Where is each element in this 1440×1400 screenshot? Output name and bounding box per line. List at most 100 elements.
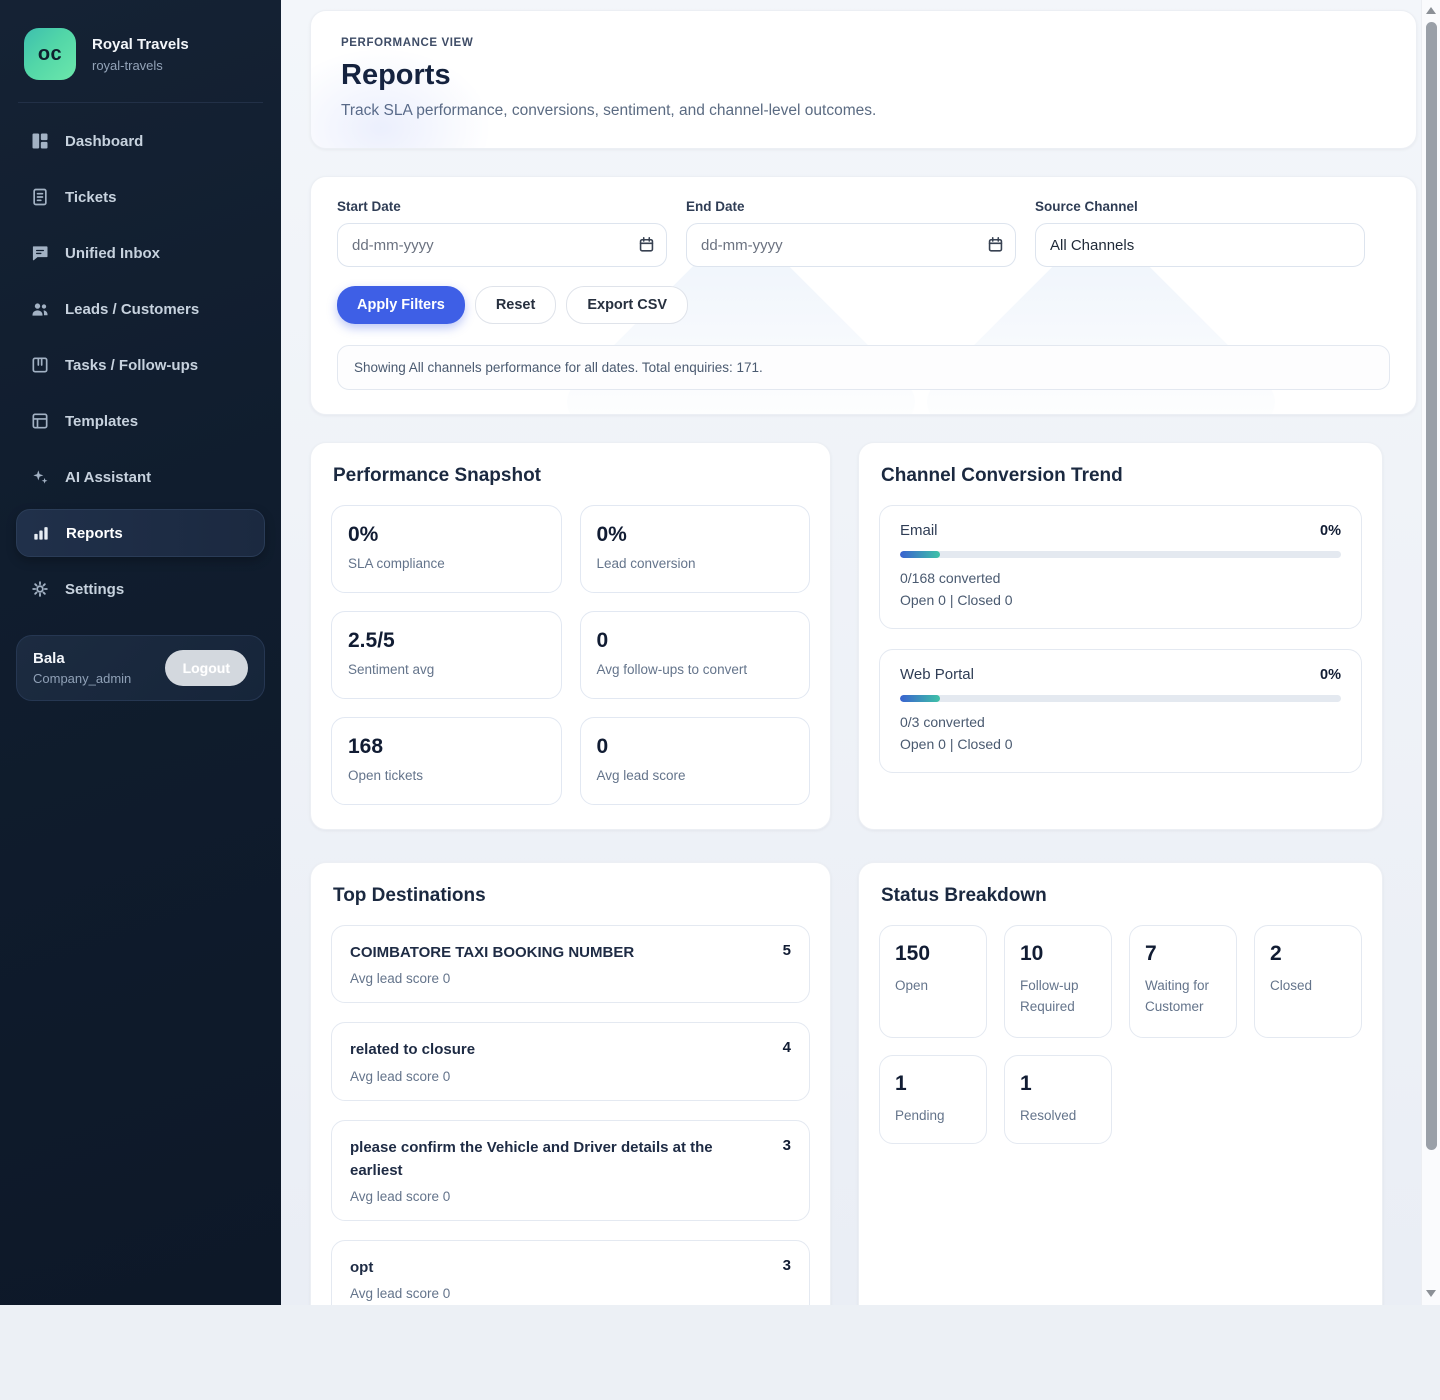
stat-label: Avg lead score: [596, 768, 686, 783]
destination-item: please confirm the Vehicle and Driver de…: [331, 1119, 810, 1221]
destination-count: 3: [782, 1136, 791, 1154]
stat-avg-lead-score: 0 Avg lead score: [579, 717, 810, 805]
channel-open-closed: Open 0 | Closed 0: [900, 592, 1013, 608]
sidebar-item-ai-assistant[interactable]: AI Assistant: [16, 453, 265, 501]
start-date-label: Start Date: [337, 199, 401, 214]
source-channel-select[interactable]: All Channels: [1035, 223, 1365, 267]
scrollbar-thumb[interactable]: [1426, 22, 1437, 1150]
brand-slug: royal-travels: [92, 57, 163, 73]
status-value: 1: [1020, 1072, 1032, 1095]
destination-score: Avg lead score 0: [350, 1068, 451, 1084]
calendar-icon[interactable]: [986, 235, 1005, 254]
apply-filters-button[interactable]: Apply Filters: [337, 286, 465, 324]
channel-converted: 0/3 converted: [900, 714, 985, 730]
destination-item: opt Avg lead score 0 3: [331, 1240, 810, 1305]
destination-score: Avg lead score 0: [350, 971, 451, 987]
stat-value: 0%: [348, 523, 379, 546]
brand-name: Royal Travels: [92, 35, 189, 53]
status-breakdown-title: Status Breakdown: [881, 885, 1047, 906]
channel-progress-bar: [900, 551, 1341, 558]
start-date-input[interactable]: [337, 223, 667, 267]
channel-name: Web Portal: [900, 666, 974, 683]
channel-progress-fill: [900, 695, 940, 702]
end-date-input[interactable]: [686, 223, 1016, 267]
stat-value: 0: [596, 735, 609, 758]
sidebar-item-label: Tickets: [65, 188, 117, 206]
brand-logo: oc: [24, 28, 76, 80]
user-role: Company_admin: [33, 671, 132, 686]
stat-open-tickets: 168 Open tickets: [331, 717, 562, 805]
sidebar-item-leads-customers[interactable]: Leads / Customers: [16, 285, 265, 333]
page-eyebrow: PERFORMANCE VIEW: [341, 37, 474, 49]
status-followup-required: 10 Follow-up Required: [1004, 925, 1112, 1038]
templates-icon: [32, 413, 48, 429]
status-resolved: 1 Resolved: [1004, 1055, 1112, 1144]
stat-label: Open tickets: [348, 768, 424, 783]
sidebar-item-label: AI Assistant: [65, 468, 152, 486]
destination-score: Avg lead score 0: [350, 1286, 451, 1302]
destination-name: COIMBATORE TAXI BOOKING NUMBER: [350, 944, 635, 961]
sidebar-item-label: Dashboard: [65, 132, 144, 150]
destination-name: please confirm the Vehicle and Driver de…: [350, 1138, 713, 1179]
sidebar-item-tasks-followups[interactable]: Tasks / Follow-ups: [16, 341, 265, 389]
status-label: Pending: [895, 1108, 945, 1123]
destination-item: COIMBATORE TAXI BOOKING NUMBER Avg lead …: [331, 925, 810, 1004]
brand: oc Royal Travels royal-travels: [16, 24, 265, 102]
status-value: 7: [1145, 942, 1157, 965]
tickets-icon: [33, 188, 47, 206]
sidebar-item-tickets[interactable]: Tickets: [16, 173, 265, 221]
end-date-field-group: End Date: [686, 199, 1016, 267]
stat-value: 168: [348, 735, 384, 758]
filters-status-text: Showing All channels performance for all…: [337, 345, 1390, 390]
scroll-up-arrow-icon[interactable]: [1426, 7, 1436, 14]
stat-label: SLA compliance: [348, 556, 445, 571]
channel-converted: 0/168 converted: [900, 570, 1001, 586]
brand-initials: oc: [37, 42, 63, 65]
destination-score: Avg lead score 0: [350, 1189, 451, 1204]
filters-card: Start Date End Date Source Channel All: [310, 176, 1417, 415]
sidebar-item-templates[interactable]: Templates: [16, 397, 265, 445]
channel-percent: 0%: [1320, 522, 1341, 539]
status-open: 150 Open: [879, 925, 987, 1038]
performance-snapshot-card: Performance Snapshot 0% SLA compliance 0…: [310, 442, 831, 830]
status-label: Resolved: [1020, 1108, 1077, 1123]
export-csv-button[interactable]: Export CSV: [566, 286, 689, 324]
sidebar-item-label: Templates: [65, 412, 139, 430]
sidebar-item-reports[interactable]: Reports: [16, 509, 265, 557]
users-icon: [32, 303, 48, 316]
status-value: 2: [1270, 942, 1282, 965]
channel-progress-bar: [900, 695, 1341, 702]
stat-lead-conversion: 0% Lead conversion: [579, 505, 810, 593]
vertical-scrollbar: [1421, 0, 1440, 1305]
status-label: Closed: [1270, 978, 1313, 993]
channel-email: Email 0% 0/168 converted Open 0 | Closed…: [879, 505, 1362, 629]
sidebar-item-dashboard[interactable]: Dashboard: [16, 117, 265, 165]
sidebar-item-label: Reports: [66, 524, 123, 542]
sidebar-item-unified-inbox[interactable]: Unified Inbox: [16, 229, 265, 277]
status-label: Waiting for Customer: [1145, 978, 1210, 1014]
scroll-down-arrow-icon[interactable]: [1426, 1290, 1436, 1297]
page-title: Reports: [341, 59, 451, 91]
status-value: 1: [895, 1072, 907, 1095]
stat-value: 0%: [596, 523, 627, 546]
end-date-label: End Date: [686, 199, 745, 214]
status-value: 10: [1020, 942, 1044, 965]
reset-button[interactable]: Reset: [474, 286, 557, 324]
channel-progress-fill: [900, 551, 940, 558]
status-closed: 2 Closed: [1254, 925, 1362, 1038]
channel-web-portal: Web Portal 0% 0/3 converted Open 0 | Clo…: [879, 649, 1362, 773]
channel-name: Email: [900, 522, 938, 539]
main-content: PERFORMANCE VIEW Reports Track SLA perfo…: [281, 0, 1440, 1305]
calendar-icon[interactable]: [637, 235, 656, 254]
sidebar-item-label: Unified Inbox: [65, 244, 160, 262]
sidebar: oc Royal Travels royal-travels Dashboard…: [0, 0, 281, 1305]
page-subtitle: Track SLA performance, conversions, sent…: [341, 102, 877, 119]
sidebar-nav: Dashboard Tickets Unified Inbox Leads / …: [16, 117, 265, 613]
logout-button[interactable]: Logout: [164, 650, 248, 686]
gear-icon: [32, 581, 48, 597]
destination-count: 5: [782, 942, 791, 959]
stat-value: 0: [596, 629, 609, 652]
sidebar-item-label: Leads / Customers: [65, 300, 200, 318]
stat-label: Avg follow-ups to convert: [596, 662, 748, 677]
sidebar-item-settings[interactable]: Settings: [16, 565, 265, 613]
